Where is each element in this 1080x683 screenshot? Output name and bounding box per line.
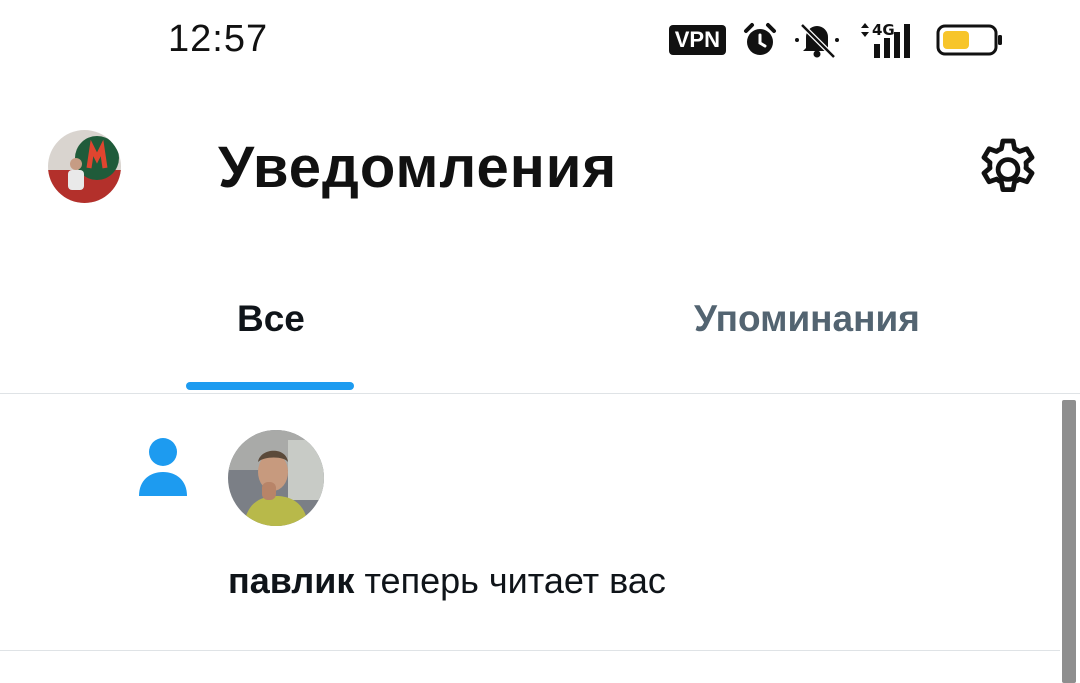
app-header: Уведомления bbox=[0, 80, 1080, 250]
alarm-icon bbox=[742, 22, 778, 58]
tab-mentions[interactable]: Упоминания bbox=[694, 298, 920, 340]
status-icons: VPN 4G bbox=[668, 20, 1004, 60]
follower-name[interactable]: павлик bbox=[228, 560, 354, 601]
status-bar: 12:57 VPN 4G bbox=[0, 0, 1080, 80]
notification-message: теперь читает вас bbox=[364, 560, 666, 601]
active-tab-indicator bbox=[186, 382, 354, 390]
scrollbar[interactable] bbox=[1062, 400, 1076, 683]
gear-icon bbox=[981, 138, 1035, 192]
vpn-badge: VPN bbox=[668, 25, 726, 55]
tab-bar: Все Упоминания bbox=[0, 250, 1080, 394]
settings-button[interactable] bbox=[972, 132, 1044, 204]
tab-all[interactable]: Все bbox=[237, 298, 305, 340]
status-time: 12:57 bbox=[168, 18, 269, 60]
notification-item[interactable]: павлик теперь читает вас bbox=[0, 394, 1060, 651]
signal-icon: 4G bbox=[856, 20, 920, 60]
profile-avatar[interactable] bbox=[48, 130, 121, 203]
notification-text: павлик теперь читает вас bbox=[228, 560, 666, 602]
network-label: 4G bbox=[872, 21, 895, 39]
battery-icon bbox=[936, 23, 1004, 57]
person-icon bbox=[136, 436, 190, 498]
mute-icon bbox=[794, 21, 840, 59]
page-title: Уведомления bbox=[218, 135, 618, 200]
follower-avatar[interactable] bbox=[228, 430, 324, 526]
